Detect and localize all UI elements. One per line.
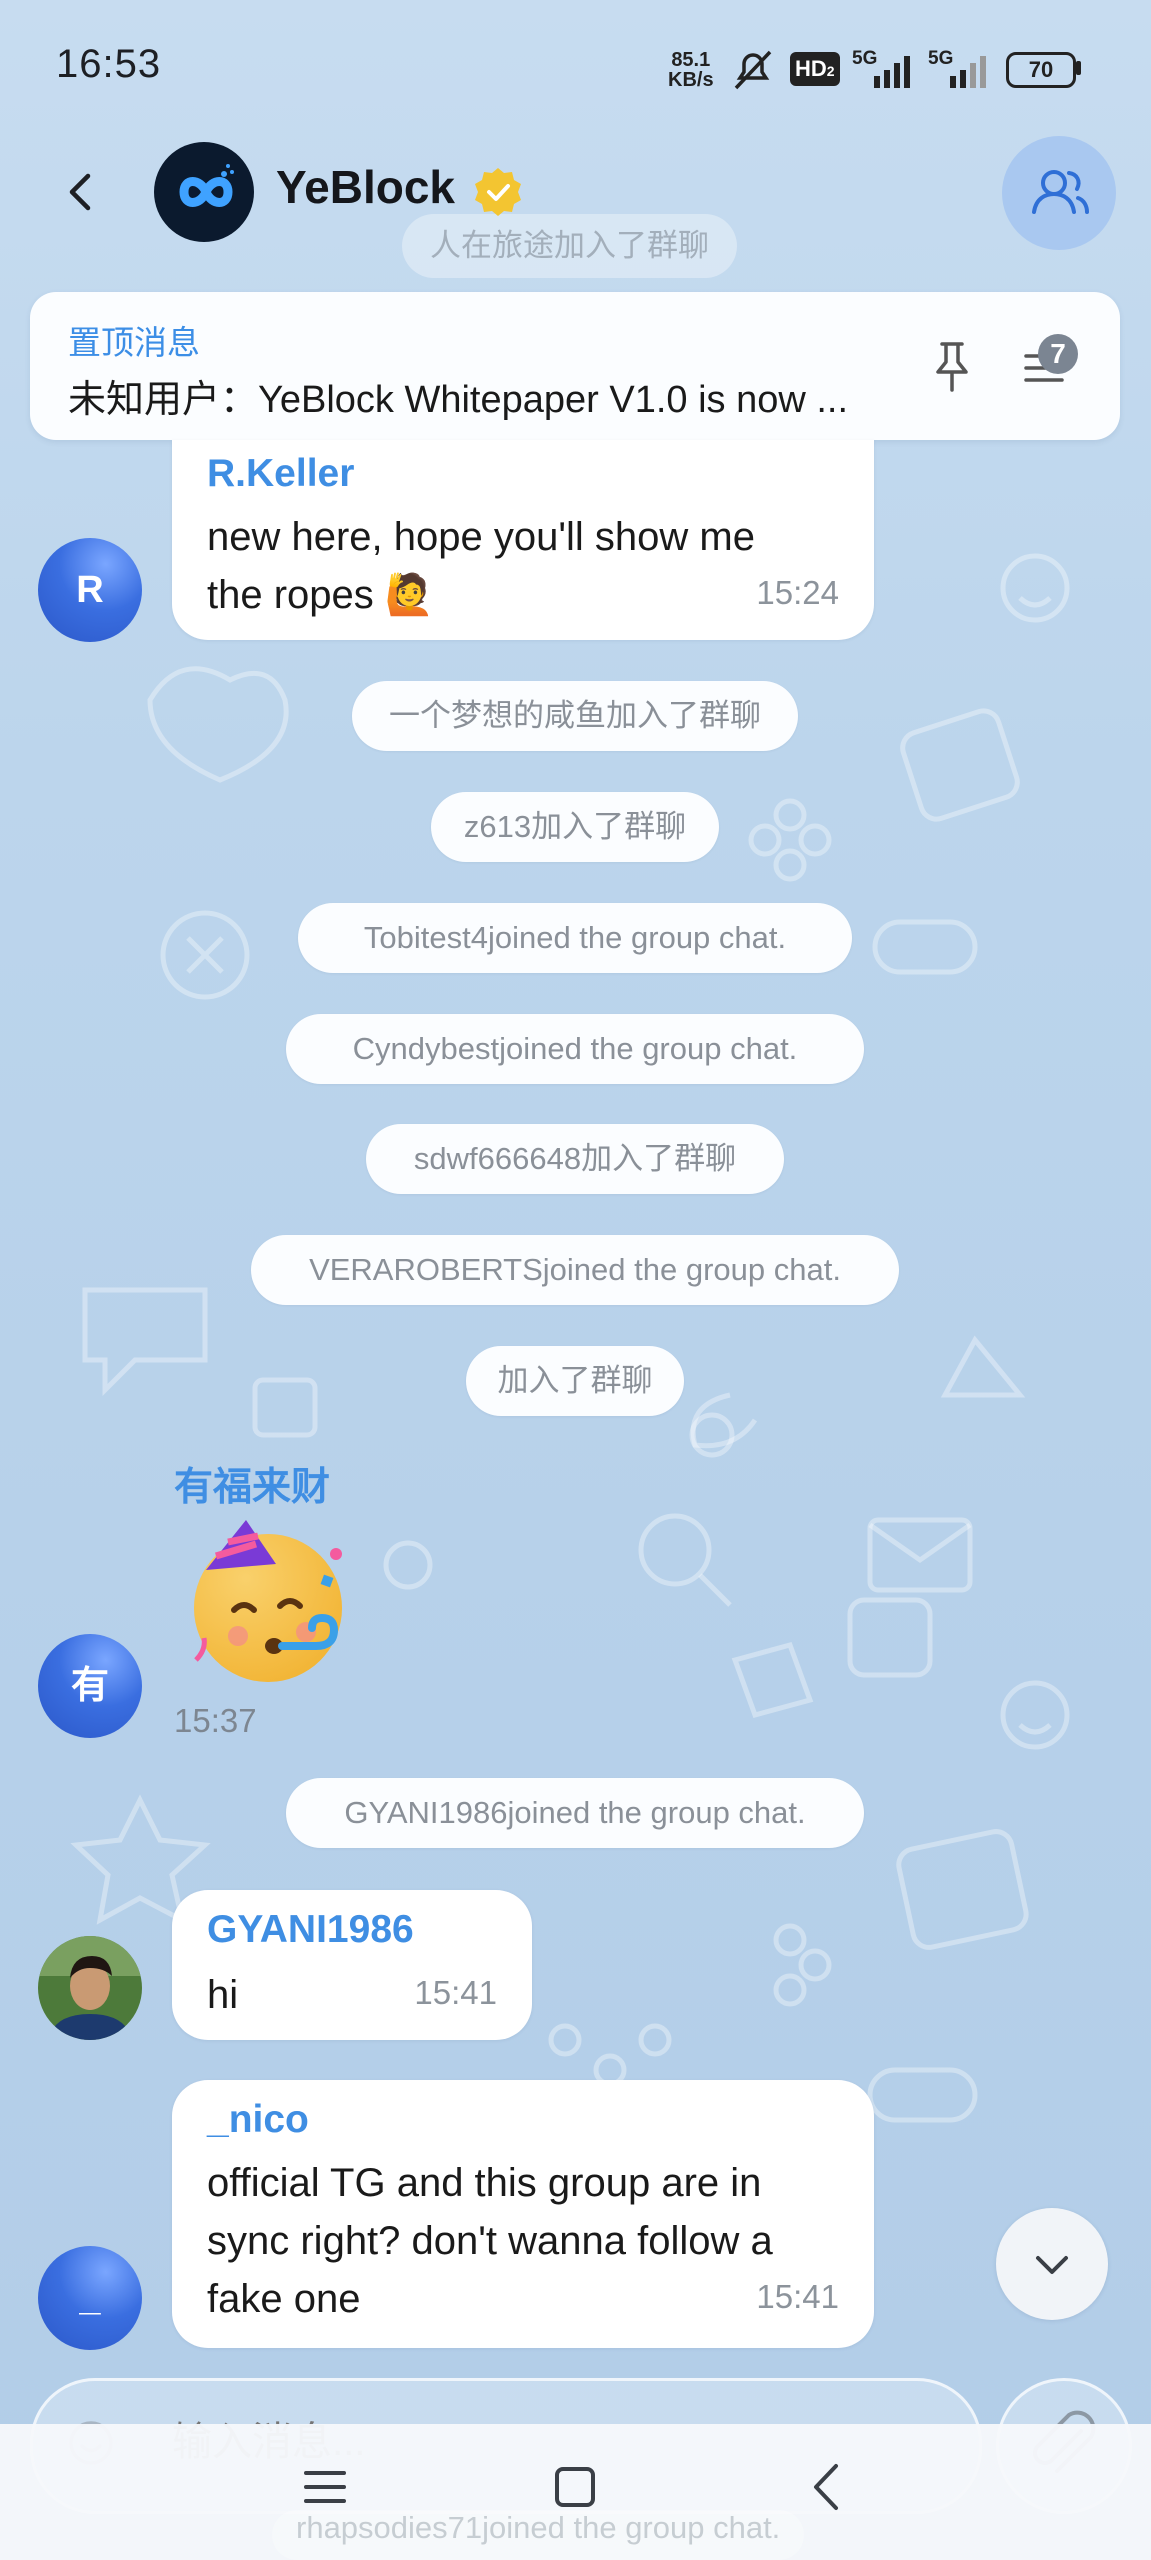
message-time: 15:41 xyxy=(756,2278,839,2315)
message-time: 15:41 xyxy=(414,1974,497,2011)
pinned-message-bar[interactable]: 置顶消息 未知用户：YeBlock Whitepaper V1.0 is now… xyxy=(30,292,1120,440)
signal-bars-2-icon xyxy=(950,56,986,88)
home-square-icon[interactable] xyxy=(552,2464,598,2510)
ghost-system-message: rhapsodies71joined the group chat. xyxy=(272,2510,805,2560)
avatar[interactable]: _ xyxy=(38,2246,142,2350)
pinned-count-badge: 7 xyxy=(1038,334,1078,374)
message-line: the ropes 🙋 xyxy=(207,573,435,617)
members-icon xyxy=(1032,170,1089,214)
message-bubble[interactable]: GYANI1986 hi 15:41 xyxy=(172,1890,532,2040)
message-line: new here, hope you'll show me xyxy=(207,515,755,559)
verified-badge-icon xyxy=(475,168,521,216)
message-line: fake one xyxy=(207,2277,361,2321)
scroll-to-bottom-button[interactable] xyxy=(996,2208,1108,2320)
hd-sub: 2 xyxy=(826,63,835,79)
message-text: hi xyxy=(207,1973,239,2017)
chevron-down-icon xyxy=(1036,2256,1068,2274)
system-message: Tobitest4joined the group chat. xyxy=(298,903,852,973)
system-message: sdwf666648加入了群聊 xyxy=(366,1124,784,1194)
system-message: z613加入了群聊 xyxy=(431,792,719,862)
message-sender[interactable]: GYANI1986 xyxy=(207,1908,414,1952)
message-sender[interactable]: _nico xyxy=(207,2098,309,2142)
system-message: 加入了群聊 xyxy=(466,1346,684,1416)
members-button[interactable] xyxy=(1002,136,1116,250)
battery-tip xyxy=(1076,61,1081,75)
message-bubble[interactable]: R.Keller new here, hope you'll show me t… xyxy=(172,440,874,640)
pinned-text: 未知用户：YeBlock Whitepaper V1.0 is now ... xyxy=(68,379,849,421)
partying-face-sticker-icon[interactable] xyxy=(176,1510,360,1694)
mute-vibrate-icon xyxy=(734,50,772,90)
pinned-title: 置顶消息 xyxy=(68,324,200,361)
system-message: 一个梦想的咸鱼加入了群聊 xyxy=(352,681,798,751)
message-text: new here, hope you'll show me the ropes … xyxy=(207,508,755,624)
group-title[interactable]: YeBlock xyxy=(276,160,455,214)
message-time: 15:37 xyxy=(174,1702,257,1739)
avatar[interactable]: 有 xyxy=(38,1634,142,1738)
net-speed: 85.1 KB/s xyxy=(668,50,714,90)
net-speed-value: 85.1 xyxy=(671,49,711,71)
hd-label: HD xyxy=(795,56,827,81)
battery-level: 70 xyxy=(1028,57,1054,82)
avatar-photo[interactable] xyxy=(38,1936,142,2040)
pin-icon[interactable] xyxy=(930,338,974,394)
menu-icon[interactable] xyxy=(302,2464,348,2510)
message-time: 15:24 xyxy=(756,574,839,611)
message-sender[interactable]: 有福来财 xyxy=(174,1456,330,1512)
infinity-logo-icon xyxy=(179,164,234,207)
system-message: VERAROBERTSjoined the group chat. xyxy=(251,1235,899,1305)
net-speed-unit: KB/s xyxy=(668,69,714,91)
avatar[interactable]: R xyxy=(38,538,142,642)
message-sender[interactable]: R.Keller xyxy=(207,452,354,496)
ghost-system-message: 人在旅途加入了群聊 xyxy=(402,214,737,278)
message-bubble[interactable]: _nico official TG and this group are in … xyxy=(172,2080,874,2348)
group-avatar[interactable] xyxy=(154,142,254,242)
battery-icon: 70 xyxy=(1006,52,1076,88)
signal-bars-icon xyxy=(874,56,910,88)
message-line: sync right? don't wanna follow a xyxy=(207,2219,773,2263)
status-bar: 16:53 85.1 KB/s HD2 5G 5G 70 xyxy=(0,0,1151,130)
message-text: official TG and this group are in sync r… xyxy=(207,2154,773,2328)
message-line: official TG and this group are in xyxy=(207,2161,762,2205)
back-chevron-left-icon[interactable] xyxy=(60,170,100,214)
hd-icon: HD2 xyxy=(790,52,840,86)
system-message: GYANI1986joined the group chat. xyxy=(286,1778,864,1848)
status-time: 16:53 xyxy=(56,42,162,86)
system-message: Cyndybestjoined the group chat. xyxy=(286,1014,864,1084)
back-triangle-icon[interactable] xyxy=(806,2462,846,2512)
